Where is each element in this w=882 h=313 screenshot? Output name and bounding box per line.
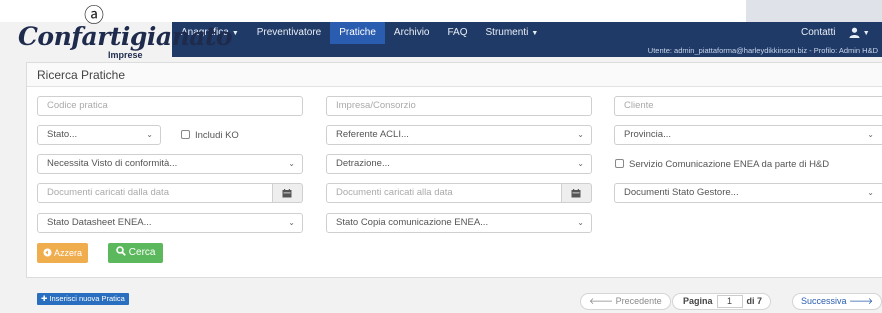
cerca-button[interactable]: Cerca xyxy=(108,243,164,263)
impresa-consorzio-input[interactable]: Impresa/Consorzio xyxy=(326,96,592,116)
main-navbar: Anagrafica ▼ Preventivatore Pratiche Arch… xyxy=(172,22,882,57)
nav-faq-label: FAQ xyxy=(447,27,468,38)
new-pratica-label: Inserisci nuova Pratica xyxy=(49,294,125,303)
search-icon xyxy=(116,246,126,256)
nav-strumenti[interactable]: Strumenti ▼ xyxy=(477,22,548,44)
chevron-down-icon: ⌄ xyxy=(146,130,153,139)
includi-ko-label: Includi KO xyxy=(195,130,239,141)
arrow-right-icon: 🡒 xyxy=(849,296,874,306)
chevron-down-icon: ⌄ xyxy=(867,130,874,139)
referente-acli-select[interactable]: Referente ACLI... ⌄ xyxy=(326,125,592,145)
app-root: Anagrafica ▼ Preventivatore Pratiche Arch… xyxy=(0,0,882,313)
page-indicator: Pagina 1 di 7 xyxy=(672,293,772,310)
stato-select-value: Stato... xyxy=(47,129,78,140)
doc-alla-data-input[interactable]: Documenti caricati alla data xyxy=(326,183,562,203)
next-label: Successiva xyxy=(801,296,847,306)
referente-acli-value: Referente ACLI... xyxy=(336,129,409,140)
logo-sub: Imprese xyxy=(108,50,143,60)
provincia-select[interactable]: Provincia... ⌄ xyxy=(614,125,882,145)
previous-button[interactable]: 🡐 Precedente xyxy=(580,293,671,310)
calendar-addon[interactable] xyxy=(562,183,592,203)
nav-strumenti-label: Strumenti xyxy=(485,27,529,38)
doc-stato-gestore-value: Documenti Stato Gestore... xyxy=(624,187,739,198)
detrazione-select[interactable]: Detrazione... ⌄ xyxy=(326,154,592,174)
nav-pratiche-label: Pratiche xyxy=(339,27,376,38)
panel-title: Ricerca Pratiche xyxy=(37,68,126,82)
confartigianato-logo[interactable]: ⓐ Confartigianato Imprese xyxy=(16,2,233,64)
nav-preventivatore[interactable]: Preventivatore xyxy=(248,22,330,44)
user-info-text: Utente: admin_piattaforma@harleydikkinso… xyxy=(647,46,878,55)
servizio-enea-checkbox[interactable]: Servizio Comunicazione ENEA da parte di … xyxy=(615,158,829,172)
nav-faq[interactable]: FAQ xyxy=(439,22,477,44)
stato-copia-value: Stato Copia comunicazione ENEA... xyxy=(336,217,489,228)
new-pratica-button[interactable]: ✚ Inserisci nuova Pratica xyxy=(37,293,129,305)
search-panel: Ricerca Pratiche Codice pratica Impresa/… xyxy=(26,62,882,278)
chevron-down-icon: ⌄ xyxy=(288,218,295,227)
caret-down-icon: ▼ xyxy=(862,30,870,37)
cerca-label: Cerca xyxy=(128,247,156,258)
provincia-value: Provincia... xyxy=(624,129,671,140)
panel-header: Ricerca Pratiche xyxy=(27,63,882,87)
chevron-down-icon: ⌄ xyxy=(577,130,584,139)
user-menu[interactable]: ▼ xyxy=(849,22,870,44)
chevron-down-icon: ⌄ xyxy=(288,159,295,168)
page-label: Pagina xyxy=(683,296,713,306)
cliente-input[interactable]: Cliente xyxy=(614,96,882,116)
visto-conformita-value: Necessita Visto di conformità... xyxy=(47,158,178,169)
azzera-label: Azzera xyxy=(54,248,83,258)
stato-datasheet-select[interactable]: Stato Datasheet ENEA... ⌄ xyxy=(37,213,303,233)
plus-icon: ✚ xyxy=(41,294,48,303)
logo-brand: Confartigianato xyxy=(18,22,233,51)
doc-stato-gestore-select[interactable]: Documenti Stato Gestore... ⌄ xyxy=(614,183,882,203)
user-icon xyxy=(849,27,860,38)
nav-archivio-label: Archivio xyxy=(393,27,430,38)
previous-label: Precedente xyxy=(615,296,662,306)
nav-pratiche[interactable]: Pratiche xyxy=(330,22,385,44)
next-button[interactable]: Successiva 🡒 xyxy=(792,293,882,310)
nav-archivio[interactable]: Archivio xyxy=(385,22,439,44)
nav-preventivatore-label: Preventivatore xyxy=(256,27,322,38)
page-total: di 7 xyxy=(746,296,763,306)
caret-down-icon: ▼ xyxy=(231,30,239,37)
chevron-down-icon: ⌄ xyxy=(867,188,874,197)
codice-pratica-input[interactable]: Codice pratica xyxy=(37,96,303,116)
doc-dalla-data-input[interactable]: Documenti caricati dalla data xyxy=(37,183,273,203)
includi-ko-checkbox[interactable]: Includi KO xyxy=(181,129,239,143)
stato-datasheet-value: Stato Datasheet ENEA... xyxy=(47,217,152,228)
top-right-box xyxy=(746,0,882,22)
chevron-down-icon: ⌄ xyxy=(577,159,584,168)
checkbox-box[interactable] xyxy=(615,159,624,168)
nav-contatti[interactable]: Contatti xyxy=(801,22,835,44)
chevron-down-icon: ⌄ xyxy=(577,218,584,227)
stato-select[interactable]: Stato... ⌄ xyxy=(37,125,161,145)
calendar-addon[interactable] xyxy=(273,183,303,203)
azzera-button[interactable]: Azzera xyxy=(37,243,89,263)
checkbox-box[interactable] xyxy=(181,130,190,139)
reset-icon xyxy=(43,248,52,257)
caret-down-icon: ▼ xyxy=(531,30,539,37)
calendar-icon xyxy=(571,189,581,198)
servizio-enea-label: Servizio Comunicazione ENEA da parte di … xyxy=(629,159,830,170)
visto-conformita-select[interactable]: Necessita Visto di conformità... ⌄ xyxy=(37,154,303,174)
detrazione-value: Detrazione... xyxy=(336,158,390,169)
stato-copia-select[interactable]: Stato Copia comunicazione ENEA... ⌄ xyxy=(326,213,592,233)
page-input[interactable]: 1 xyxy=(716,295,743,308)
arrow-left-icon: 🡐 xyxy=(589,296,614,306)
calendar-icon xyxy=(282,189,292,198)
